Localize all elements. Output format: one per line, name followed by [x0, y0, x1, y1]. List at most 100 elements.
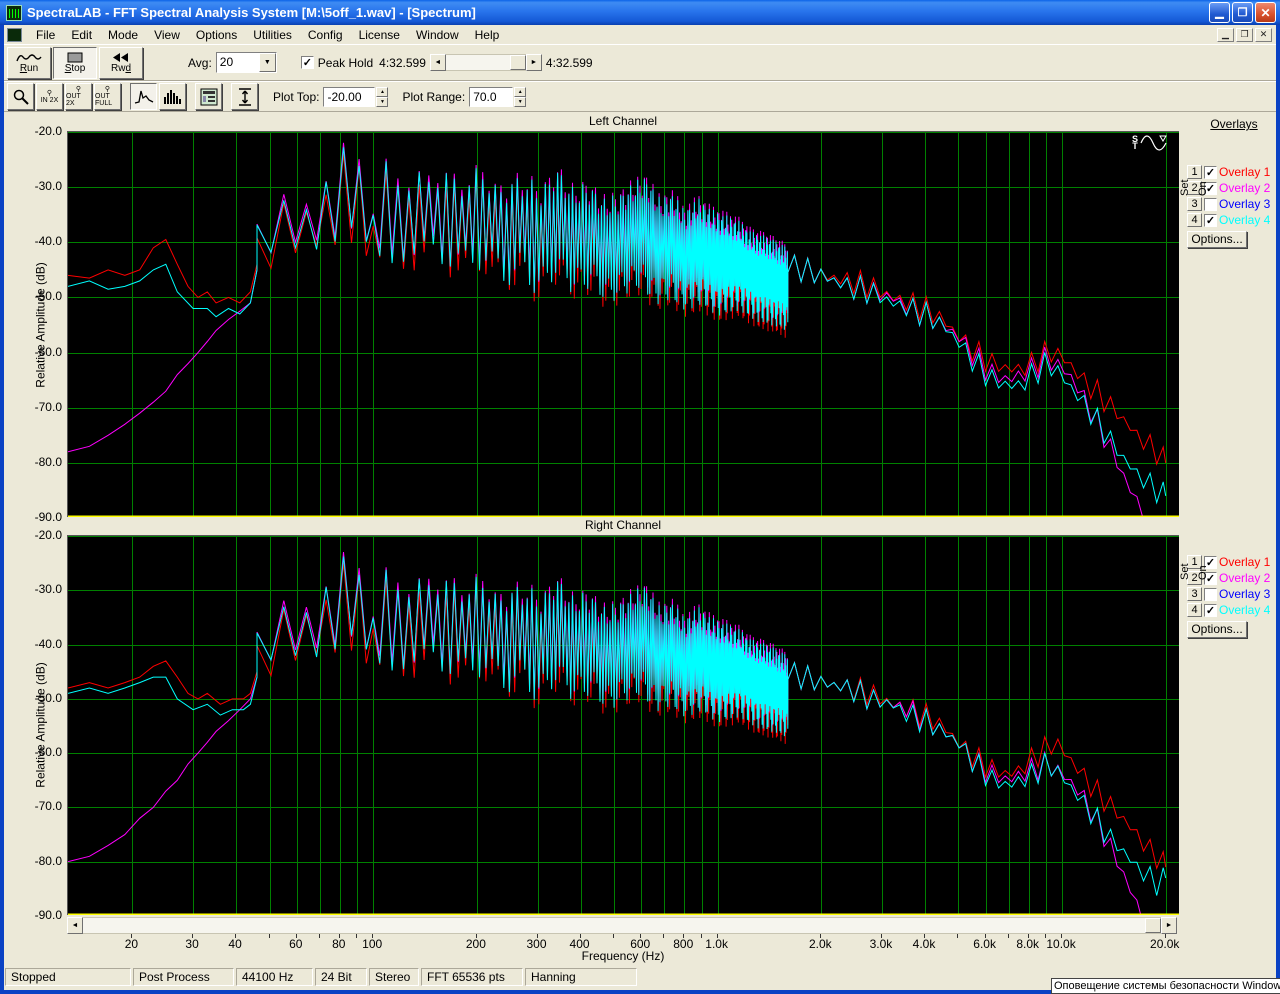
overlays-heading: Overlays	[1187, 117, 1280, 131]
bar-plot-mode-button[interactable]	[159, 83, 186, 110]
right-overlay-options-button[interactable]: Options...	[1187, 621, 1247, 638]
zoom-in-2x-button[interactable]: ⚲IN 2X	[36, 83, 63, 110]
overlay-on-checkbox-4[interactable]: ✓	[1204, 214, 1217, 227]
time-position-right: 4:32.599	[546, 56, 593, 70]
overlay-on-checkbox-4[interactable]: ✓	[1204, 604, 1217, 617]
y-tick-label: -40.0	[4, 234, 62, 248]
overlay-on-checkbox-1[interactable]: ✓	[1204, 166, 1217, 179]
mdi-minimize-icon[interactable]: ▁	[1217, 28, 1234, 42]
scroll-right-icon[interactable]: ►	[526, 54, 542, 71]
transport-toolbar: Run Stop Rwd Avg: 20 ▼ ✓ Peak Hold 4:32.…	[4, 44, 1276, 81]
plot-top-input[interactable]: -20.00	[323, 87, 375, 107]
plot-top-spinner[interactable]: ▲▼	[376, 87, 388, 107]
stop-square-icon	[66, 52, 84, 63]
left-overlay-rows: 1✓Overlay 12✓Overlay 23Overlay 34✓Overla…	[1187, 164, 1280, 228]
peak-hold-checkbox[interactable]: ✓	[301, 56, 314, 69]
frequency-scrollbar-thumb[interactable]	[1145, 918, 1161, 933]
plot-range-spinner[interactable]: ▲▼	[514, 87, 526, 107]
on-column-label: On	[1197, 181, 1209, 196]
windows-security-alert-tooltip[interactable]: Оповещение системы безопасности Windows	[1051, 978, 1280, 994]
app-window: SpectraLAB - FFT Spectral Analysis Syste…	[0, 0, 1280, 994]
magnifier-icon	[12, 88, 30, 106]
overlay-on-checkbox-3[interactable]	[1204, 588, 1217, 601]
mdi-restore-icon[interactable]: ❐	[1236, 28, 1253, 42]
overlay-label-4: Overlay 4	[1219, 603, 1270, 617]
overlay-set-button-1[interactable]: 1	[1187, 165, 1202, 179]
scroll-right-icon[interactable]: ►	[1161, 917, 1177, 934]
time-position-left: 4:32.599	[379, 56, 426, 70]
avg-combobox[interactable]: 20 ▼	[216, 52, 277, 73]
menu-items: FileEditModeViewOptionsUtilitiesConfigLi…	[28, 26, 507, 44]
vertical-range-icon	[237, 88, 253, 106]
zoom-out-full-button[interactable]: ⚲OUT FULL	[94, 83, 121, 110]
status-panel-6: Hanning	[525, 968, 637, 986]
menu-window[interactable]: Window	[408, 26, 467, 44]
frequency-scrollbar[interactable]: ◄ ►	[67, 917, 1177, 934]
scroll-left-icon[interactable]: ◄	[67, 917, 83, 934]
zoom-full-label: OUT FULL	[95, 93, 120, 107]
overlay-set-button-3[interactable]: 3	[1187, 197, 1202, 211]
run-button[interactable]: Run	[7, 47, 51, 79]
zoom-out-2x-button[interactable]: ⚲OUT 2X	[65, 83, 92, 110]
scroll-left-icon[interactable]: ◄	[430, 54, 446, 71]
chevron-down-icon[interactable]: ▼	[259, 53, 276, 72]
menu-edit[interactable]: Edit	[63, 26, 100, 44]
minimize-icon[interactable]: ▁	[1209, 2, 1230, 23]
display-settings-button[interactable]	[195, 83, 222, 110]
x-tick-mark	[957, 934, 958, 938]
frequency-scrollbar-track[interactable]	[83, 917, 1161, 934]
x-tick-mark	[319, 934, 320, 938]
left-overlays-panel: Overlays Set On 1✓Overlay 12✓Overlay 23O…	[1187, 117, 1280, 248]
y-tick-label: -80.0	[4, 455, 62, 469]
overlay-label-1: Overlay 1	[1219, 555, 1270, 569]
overlay-row-3: 3 Overlay 3	[1187, 586, 1280, 602]
y-tick-label: -30.0	[4, 179, 62, 193]
peak-hold-label: Peak Hold	[318, 56, 373, 70]
zoom-in-label: IN 2X	[41, 97, 59, 104]
title-bar: SpectraLAB - FFT Spectral Analysis Syste…	[0, 0, 1280, 25]
overlay-label-3: Overlay 3	[1219, 197, 1270, 211]
menu-view[interactable]: View	[146, 26, 188, 44]
right-overlays-panel: Set On 1✓Overlay 12✓Overlay 23Overlay 34…	[1187, 528, 1280, 638]
menu-license[interactable]: License	[351, 26, 408, 44]
left-overlay-options-button[interactable]: Options...	[1187, 231, 1247, 248]
menu-help[interactable]: Help	[467, 26, 508, 44]
close-icon[interactable]: ✕	[1255, 2, 1276, 23]
stop-label: top	[71, 63, 85, 74]
time-scrollbar[interactable]: ◄ ►	[430, 54, 542, 71]
maximize-icon[interactable]: ❐	[1232, 2, 1253, 23]
spin-down-icon[interactable]: ▼	[376, 97, 388, 107]
y-tick-label: -40.0	[4, 637, 62, 651]
app-icon	[6, 5, 22, 21]
zoom-select-button[interactable]	[7, 83, 34, 110]
right-channel-plot[interactable]	[67, 535, 1179, 915]
overlay-label-3: Overlay 3	[1219, 587, 1270, 601]
spin-down-icon[interactable]: ▼	[514, 97, 526, 107]
left-y-axis-label: Relative Amplitude (dB)	[34, 262, 48, 387]
time-scrollbar-track[interactable]	[446, 54, 526, 71]
overlay-set-button-4[interactable]: 4	[1187, 213, 1202, 227]
amplitude-range-button[interactable]	[231, 83, 258, 110]
line-plot-mode-button[interactable]	[130, 83, 157, 110]
overlay-set-button-4[interactable]: 4	[1187, 603, 1202, 617]
menu-config[interactable]: Config	[300, 26, 351, 44]
stop-button[interactable]: Stop	[53, 47, 97, 79]
menu-mode[interactable]: Mode	[100, 26, 146, 44]
y-tick-label: -20.0	[4, 528, 62, 542]
menu-file[interactable]: File	[28, 26, 63, 44]
rewind-button[interactable]: Rwd	[99, 47, 143, 79]
left-channel-plot[interactable]	[67, 131, 1179, 517]
spin-up-icon[interactable]: ▲	[376, 87, 388, 97]
menu-utilities[interactable]: Utilities	[245, 26, 300, 44]
time-scrollbar-thumb[interactable]	[510, 55, 526, 70]
plot-range-input[interactable]: 70.0	[469, 87, 513, 107]
menu-options[interactable]: Options	[188, 26, 245, 44]
set-column-label: Set	[1179, 563, 1191, 580]
overlay-set-button-3[interactable]: 3	[1187, 587, 1202, 601]
overlay-on-checkbox-3[interactable]	[1204, 198, 1217, 211]
status-panel-4: Stereo	[369, 968, 419, 986]
spin-up-icon[interactable]: ▲	[514, 87, 526, 97]
zoom-out-label: OUT 2X	[66, 93, 91, 107]
mdi-close-icon[interactable]: ✕	[1255, 28, 1272, 42]
rewind-icon	[112, 52, 130, 63]
